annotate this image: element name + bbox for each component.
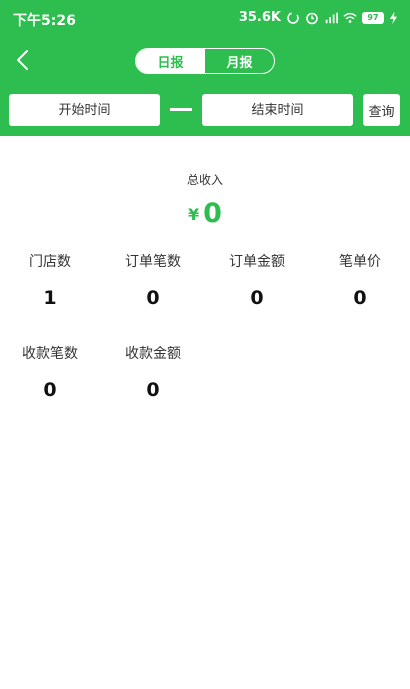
- stat-order-count: 订单笔数 0: [108, 251, 198, 309]
- header-bar: 下午5:26 35.6K 97 日报 月报 查询: [0, 0, 410, 136]
- stat-value: 1: [43, 287, 57, 309]
- back-arrow-icon[interactable]: [12, 48, 36, 72]
- status-icons: 35.6K 97: [239, 10, 398, 25]
- date-filter-row: 查询: [0, 94, 410, 126]
- end-time-input[interactable]: [202, 94, 353, 126]
- stat-label: 收款笔数: [22, 346, 78, 362]
- start-time-input[interactable]: [9, 94, 160, 126]
- alarm-icon: [306, 12, 318, 24]
- battery-icon: 97: [362, 11, 384, 24]
- stat-value: 0: [146, 287, 160, 309]
- stat-payment-amount: 收款金额 0: [108, 343, 198, 401]
- stat-store-count: 门店数 1: [5, 251, 95, 309]
- signal-icon: [325, 12, 338, 23]
- charging-icon: [389, 11, 398, 24]
- stat-avg-order-price: 笔单价 0: [315, 251, 405, 309]
- stat-payment-count: 收款笔数 0: [5, 343, 95, 401]
- report-type-toggle: 日报 月报: [135, 48, 275, 74]
- stat-value: 0: [43, 379, 57, 401]
- currency-symbol: ¥: [188, 205, 200, 224]
- sync-icon: [287, 11, 299, 24]
- stat-label: 门店数: [29, 254, 71, 270]
- network-speed: 35.6K: [238, 10, 281, 25]
- total-income-amount: ¥0: [0, 198, 410, 229]
- range-separator: [170, 108, 192, 111]
- tab-daily-report[interactable]: 日报: [136, 49, 205, 73]
- total-income-label: 总收入: [186, 173, 223, 187]
- total-income-value: 0: [203, 198, 222, 229]
- status-bar: 下午5:26 35.6K 97: [0, 0, 410, 36]
- stat-value: 0: [146, 379, 160, 401]
- stat-label: 订单笔数: [125, 254, 181, 270]
- wifi-icon: [343, 12, 357, 23]
- stat-value: 0: [250, 287, 264, 309]
- stat-order-amount: 订单金额 0: [212, 251, 302, 309]
- query-button[interactable]: 查询: [363, 94, 400, 126]
- stat-label: 收款金额: [125, 346, 181, 362]
- tab-monthly-report[interactable]: 月报: [205, 49, 274, 73]
- status-time: 下午5:26: [13, 13, 76, 29]
- stat-label: 订单金额: [229, 254, 285, 270]
- stat-label: 笔单价: [339, 254, 381, 270]
- stat-value: 0: [353, 287, 367, 309]
